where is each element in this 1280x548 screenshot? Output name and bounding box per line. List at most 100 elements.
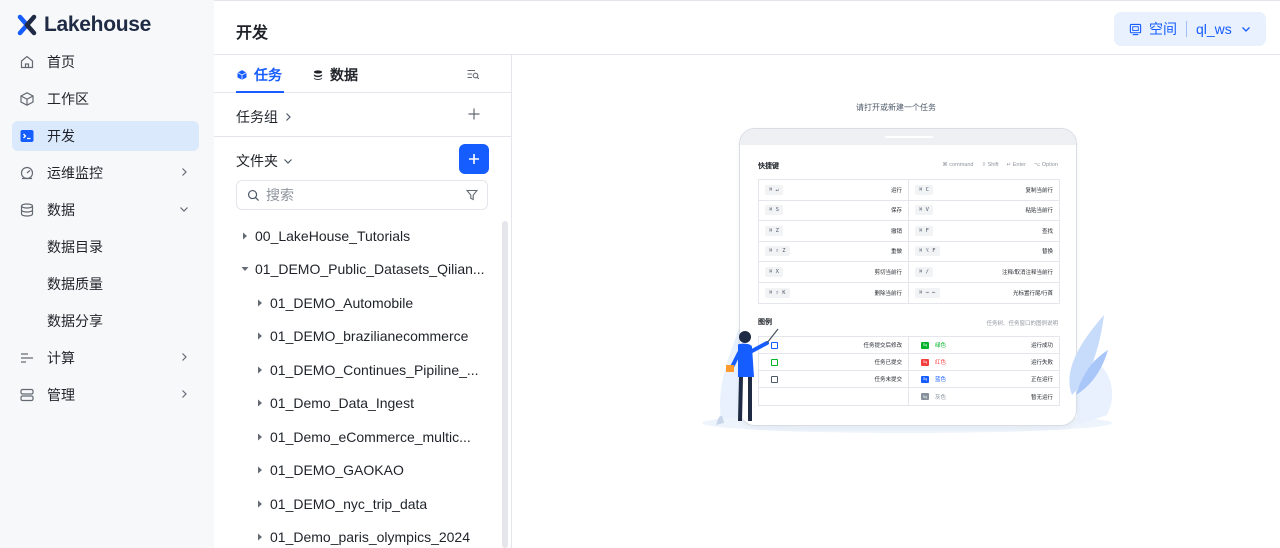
folder-label: 文件夹	[236, 153, 278, 169]
tree-item[interactable]: 01_DEMO_brazilianecommerce	[255, 320, 500, 353]
tree-item-label: 01_Demo_eCommerce_multic...	[270, 428, 471, 445]
sidebar-item-data-quality[interactable]: 数据质量	[12, 269, 199, 299]
tree-item[interactable]: 01_DEMO_Public_Datasets_Qilian...	[240, 253, 500, 286]
tree-scrollbar[interactable]	[502, 221, 508, 548]
workspace-icon	[1129, 23, 1142, 35]
sidebar: Lakehouse 首页 工作区 开发 运维监控 数据 数据目录 数据质量 数据…	[0, 0, 214, 548]
caret-right-icon[interactable]	[255, 465, 265, 475]
tree-item[interactable]: 00_LakeHouse_Tutorials	[240, 219, 500, 252]
status-color-name: 红色	[935, 360, 947, 366]
sidebar-item-home[interactable]: 首页	[12, 47, 199, 77]
table-row: ⌘ Z 撤销 ⌘ F 查找	[759, 221, 1059, 242]
sidebar-item-data-sharing[interactable]: 数据分享	[12, 306, 199, 336]
tree-item-label: 01_DEMO_Automobile	[270, 294, 414, 311]
legend-key: ⌥ Option	[1033, 162, 1058, 168]
legend-key: ⌘ command	[942, 162, 974, 168]
caret-down-icon[interactable]	[240, 264, 250, 274]
table-row: 任务提交后修改 Sq 绿色 运行成功	[759, 337, 1059, 354]
tree-item[interactable]: 01_Demo_Data_Ingest	[255, 387, 500, 420]
task-group-row: 任务组	[214, 93, 512, 137]
chevron-down-icon	[180, 207, 188, 212]
page-title: 开发	[236, 25, 269, 42]
sidebar-item-label: 开发	[47, 128, 75, 144]
filter-icon[interactable]	[466, 189, 478, 201]
tree-item[interactable]: 01_DEMO_Automobile	[255, 286, 500, 319]
tab-data[interactable]: 数据	[312, 65, 358, 85]
table-row: ⌘ ⇧ K 删除当前行 ⌘ → ← 光标置行尾/行首	[759, 282, 1059, 303]
caret-right-icon[interactable]	[255, 499, 265, 509]
sidebar-item-monitoring[interactable]: 运维监控	[12, 158, 199, 188]
list-search-icon[interactable]	[466, 67, 480, 81]
status-badge: Sq	[921, 341, 929, 349]
sidebar-item-manage[interactable]: 管理	[12, 380, 199, 410]
sidebar-item-compute[interactable]: 计算	[12, 343, 199, 373]
chevron-right-icon	[182, 168, 187, 176]
table-row: ⌘ X 剪切当前行 ⌘ / 注释/取消注释当前行	[759, 262, 1059, 283]
shortcut-desc: 光标置行尾/行首	[1012, 290, 1053, 297]
status-color-name: 灰色	[935, 394, 947, 401]
app-window: Lakehouse 首页 工作区 开发 运维监控 数据 数据目录 数据质量 数据…	[0, 0, 1280, 548]
shortcut-desc: 删除当前行	[874, 290, 902, 297]
table-row: ⌘ ⇧ Z 重做 ⌘ ⌥ F 替换	[759, 241, 1059, 262]
tree-item-label: 00_LakeHouse_Tutorials	[255, 227, 411, 244]
sidebar-item-label: 首页	[47, 54, 75, 70]
tree-item[interactable]: 01_Demo_paris_olympics_2024	[255, 521, 500, 548]
legend-desc: 运行成功	[1030, 343, 1053, 349]
tab-label: 任务	[254, 67, 282, 83]
search-input[interactable]	[266, 187, 456, 203]
tree-item[interactable]: 01_DEMO_nyc_trip_data	[255, 487, 500, 520]
shortcut-key: ⌘ ⇧ K	[765, 287, 790, 298]
task-group-toggle[interactable]: 任务组	[236, 107, 294, 127]
tree-item[interactable]: 01_DEMO_Continues_Pipiline_...	[255, 353, 500, 386]
shortcut-desc: 重做	[890, 249, 902, 256]
shortcut-key: ⌘ ⌥ F	[915, 246, 940, 257]
chevron-right-icon	[286, 113, 291, 121]
tree-item-label: 01_DEMO_brazilianecommerce	[270, 328, 469, 344]
folder-toggle[interactable]: 文件夹	[236, 151, 294, 171]
sidebar-item-label: 数据分享	[47, 313, 103, 329]
tab-tasks[interactable]: 任务	[236, 65, 282, 85]
legend-desc: 正在运行	[1030, 377, 1053, 383]
caret-right-icon[interactable]	[255, 398, 265, 408]
workspace-switcher[interactable]: 空间 ql_ws	[1114, 12, 1266, 46]
sidebar-item-label: 运维监控	[47, 165, 103, 181]
table-row: 任务已提交 Sq 红色 运行失败	[759, 354, 1059, 371]
sidebar-item-workspace[interactable]: 工作区	[12, 84, 199, 114]
caret-right-icon[interactable]	[255, 365, 265, 375]
plus-icon	[469, 154, 479, 164]
caret-right-icon[interactable]	[255, 298, 265, 308]
shortcut-key: ⌘ → ←	[915, 287, 940, 298]
database-icon	[313, 70, 323, 80]
caret-right-icon[interactable]	[255, 331, 265, 341]
monitor-icon	[19, 165, 35, 181]
table-row: 任务未提交 Sq 蓝色 正在运行	[759, 371, 1059, 388]
shortcuts-title: 快捷键	[758, 163, 779, 170]
table-row: ⌘ S 保存 ⌘ V 粘贴当前行	[759, 200, 1059, 221]
add-button[interactable]	[459, 144, 489, 174]
task-group-label: 任务组	[236, 109, 278, 125]
shortcut-key: ⌘ Z	[765, 225, 783, 236]
card-handle	[885, 136, 933, 138]
shortcut-desc: 运行	[890, 187, 902, 194]
legend-desc: 运行失败	[1030, 360, 1053, 366]
status-badge: Sq	[921, 393, 929, 400]
caret-right-icon[interactable]	[240, 231, 250, 241]
sidebar-item-data[interactable]: 数据	[12, 195, 199, 225]
divider	[1186, 21, 1187, 37]
sidebar-item-data-catalog[interactable]: 数据目录	[12, 232, 199, 262]
tree-item-label: 01_DEMO_GAOKAO	[270, 462, 404, 478]
brand-logo[interactable]: Lakehouse	[14, 12, 151, 38]
caret-right-icon[interactable]	[255, 532, 265, 542]
status-badge: Sq	[921, 375, 929, 383]
sidebar-item-label: 工作区	[47, 91, 89, 107]
sidebar-item-develop[interactable]: 开发	[12, 121, 199, 151]
tree-item[interactable]: 01_DEMO_GAOKAO	[255, 454, 500, 487]
sidebar-item-label: 数据目录	[47, 239, 103, 255]
tree-item-label: 01_Demo_paris_olympics_2024	[270, 529, 471, 545]
sidebar-item-label: 数据	[47, 202, 75, 218]
caret-right-icon[interactable]	[255, 432, 265, 442]
shortcut-key: ⌘ ↵	[765, 184, 783, 195]
tree-item[interactable]: 01_Demo_eCommerce_multic...	[255, 420, 500, 453]
add-task-group-icon[interactable]	[467, 107, 481, 121]
brand-name: Lakehouse	[44, 13, 152, 36]
